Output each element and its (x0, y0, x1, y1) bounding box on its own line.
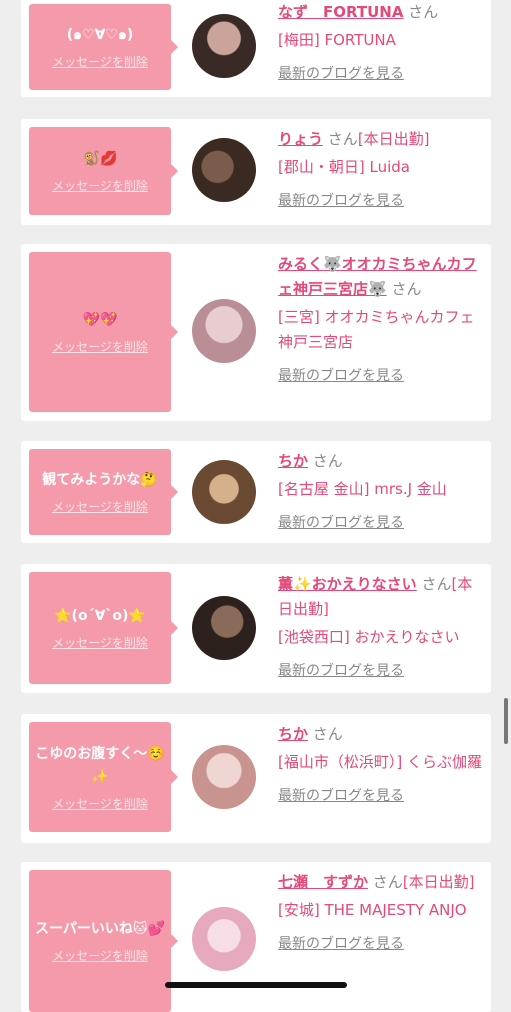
latest-blog-link[interactable]: 最新のブログを見る (278, 365, 484, 385)
message-bubble: スーパーいいね🐱💕 メッセージを削除 (29, 870, 178, 1012)
latest-blog-link[interactable]: 最新のブログを見る (278, 512, 484, 532)
message-bubble: ⭐️(o´∀`o)⭐️ メッセージを削除 (29, 572, 178, 684)
cast-name-link[interactable]: りょう (278, 130, 323, 148)
message-text: こゆのお腹すく～☺️✨ (35, 745, 165, 785)
honorific: さん (312, 725, 343, 743)
shop-name: [梅田] FORTUNA (278, 31, 396, 49)
message-bubble: 観てみようかな🤔 メッセージを削除 (29, 449, 178, 535)
delete-message-link[interactable]: メッセージを削除 (52, 498, 148, 515)
honorific: さん (408, 3, 439, 21)
latest-blog-link[interactable]: 最新のブログを見る (278, 660, 484, 680)
shop-name: [三宮] オオカミちゃんカフェ神戸三宮店 (278, 308, 475, 351)
avatar[interactable] (192, 460, 256, 524)
avatar[interactable] (192, 745, 256, 809)
scrollbar[interactable] (504, 698, 508, 744)
message-bubble: こゆのお腹すく～☺️✨ メッセージを削除 (29, 722, 178, 832)
favorite-card: 🐒💋 メッセージを削除 りょう さん[本日出勤] [郡山・朝日] Luida 最… (21, 119, 491, 225)
cast-info: 薫✨おかえりなさい さん[本日出勤] [池袋西口] おかえりなさい 最新のブログ… (278, 572, 484, 680)
latest-blog-link[interactable]: 最新のブログを見る (278, 785, 484, 805)
delete-message-link[interactable]: メッセージを削除 (52, 795, 148, 812)
avatar[interactable] (192, 907, 256, 971)
delete-message-link[interactable]: メッセージを削除 (52, 177, 148, 194)
status-badge: [本日出勤] (402, 873, 475, 891)
shop-name: [池袋西口] おかえりなさい (278, 628, 460, 646)
delete-message-link[interactable]: メッセージを削除 (52, 53, 148, 70)
cast-info: みるく🐺オオカミちゃんカフェ神戸三宮店🐺 さん [三宮] オオカミちゃんカフェ神… (278, 252, 484, 385)
shop-name: [名古屋 金山] mrs.J 金山 (278, 480, 447, 498)
cast-name-link[interactable]: 七瀬 すずか (278, 873, 368, 891)
latest-blog-link[interactable]: 最新のブログを見る (278, 190, 484, 210)
message-bubble: 💖💖 メッセージを削除 (29, 252, 178, 412)
delete-message-link[interactable]: メッセージを削除 (52, 947, 148, 964)
cast-name-link[interactable]: ちか (278, 725, 308, 743)
cast-info: なず FORTUNA さん [梅田] FORTUNA 最新のブログを見る (278, 0, 484, 83)
favorite-card: ⭐️(o´∀`o)⭐️ メッセージを削除 薫✨おかえりなさい さん[本日出勤] … (21, 564, 491, 693)
cast-name-link[interactable]: みるく🐺オオカミちゃんカフェ神戸三宮店🐺 (278, 255, 477, 298)
status-badge: [本日出勤] (357, 130, 430, 148)
cast-info: 七瀬 すずか さん[本日出勤] [安城] THE MAJESTY ANJO 最新… (278, 870, 484, 953)
message-text: 🐒💋 (82, 151, 118, 167)
cast-info: ちか さん [名古屋 金山] mrs.J 金山 最新のブログを見る (278, 449, 484, 532)
avatar[interactable] (192, 596, 256, 660)
home-indicator (165, 982, 347, 988)
cast-info: ちか さん [福山市（松浜町）] くらぶ伽羅 最新のブログを見る (278, 722, 484, 805)
honorific: さん (312, 452, 343, 470)
favorite-card: こゆのお腹すく～☺️✨ メッセージを削除 ちか さん [福山市（松浜町）] くら… (21, 714, 491, 843)
favorite-card: (๑♡∀♡๑) メッセージを削除 なず FORTUNA さん [梅田] FORT… (21, 0, 491, 97)
avatar[interactable] (192, 14, 256, 78)
message-bubble: 🐒💋 メッセージを削除 (29, 127, 178, 215)
message-text: 観てみようかな🤔 (42, 472, 158, 488)
favorite-card: 💖💖 メッセージを削除 みるく🐺オオカミちゃんカフェ神戸三宮店🐺 さん [三宮]… (21, 244, 491, 421)
favorite-card: スーパーいいね🐱💕 メッセージを削除 七瀬 すずか さん[本日出勤] [安城] … (21, 862, 491, 1012)
cast-name-link[interactable]: ちか (278, 452, 308, 470)
avatar[interactable] (192, 299, 256, 363)
message-bubble: (๑♡∀♡๑) メッセージを削除 (29, 4, 178, 90)
message-text: ⭐️(o´∀`o)⭐️ (54, 608, 146, 624)
message-text: 💖💖 (82, 312, 118, 328)
shop-name: [郡山・朝日] Luida (278, 158, 410, 176)
honorific: さん (327, 130, 358, 148)
cast-name-link[interactable]: なず FORTUNA (278, 3, 403, 21)
honorific: さん (421, 575, 452, 593)
honorific: さん (391, 280, 422, 298)
delete-message-link[interactable]: メッセージを削除 (52, 338, 148, 355)
avatar[interactable] (192, 138, 256, 202)
shop-name: [福山市（松浜町）] くらぶ伽羅 (278, 753, 482, 771)
cast-name-link[interactable]: 薫✨おかえりなさい (278, 575, 417, 593)
honorific: さん (372, 873, 403, 891)
message-text: スーパーいいね🐱💕 (35, 921, 165, 937)
favorite-card: 観てみようかな🤔 メッセージを削除 ちか さん [名古屋 金山] mrs.J 金… (21, 441, 491, 543)
latest-blog-link[interactable]: 最新のブログを見る (278, 933, 484, 953)
shop-name: [安城] THE MAJESTY ANJO (278, 901, 467, 919)
message-text: (๑♡∀♡๑) (66, 27, 134, 43)
delete-message-link[interactable]: メッセージを削除 (52, 634, 148, 651)
cast-info: りょう さん[本日出勤] [郡山・朝日] Luida 最新のブログを見る (278, 127, 484, 210)
latest-blog-link[interactable]: 最新のブログを見る (278, 63, 484, 83)
